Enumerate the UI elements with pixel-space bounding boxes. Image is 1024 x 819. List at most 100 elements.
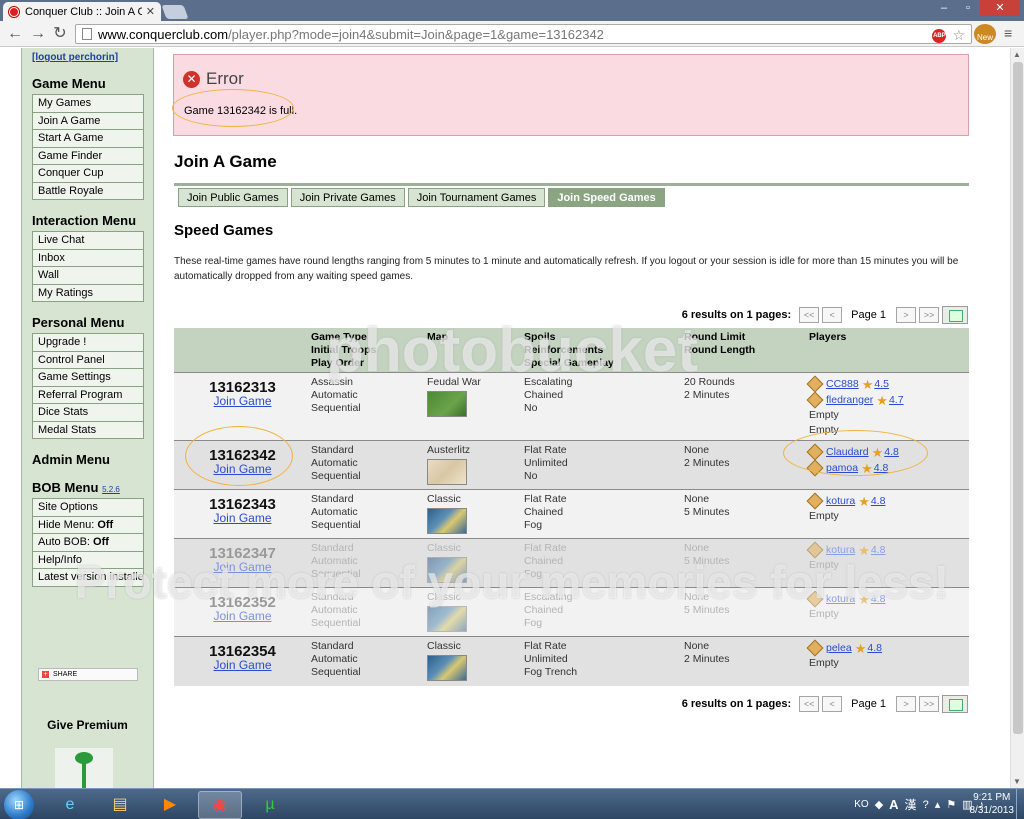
file-explorer-icon[interactable]: ▤ <box>98 791 142 819</box>
tab-join-public-games[interactable]: Join Public Games <box>178 188 288 207</box>
map-thumbnail[interactable] <box>427 508 467 534</box>
tab-join-tournament-games[interactable]: Join Tournament Games <box>407 188 546 207</box>
reload-button[interactable]: ↻ <box>51 24 69 44</box>
player-name-link[interactable]: kotura <box>826 495 855 508</box>
map-thumbnail[interactable] <box>427 459 467 485</box>
menu-item-conquer-cup[interactable]: Conquer Cup <box>33 165 143 183</box>
menu-item-medal-stats[interactable]: Medal Stats <box>33 421 143 439</box>
next-page-button[interactable]: > <box>896 696 916 712</box>
last-page-button[interactable]: >> <box>919 696 939 712</box>
last-page-button[interactable]: >> <box>919 307 939 323</box>
maximize-button[interactable]: ▫ <box>956 0 980 16</box>
start-button-icon[interactable]: ⊞ <box>4 790 34 819</box>
menu-item-help-info[interactable]: Help/Info <box>33 551 143 569</box>
menu-item-hide-menu[interactable]: Hide Menu: Off <box>33 516 143 534</box>
player-rating-link[interactable]: 4.8 <box>871 544 886 557</box>
extension-new-icon[interactable]: New <box>974 24 996 44</box>
ime-icon[interactable]: ◆ <box>875 798 883 811</box>
game-id: 13162347 <box>209 545 276 562</box>
first-page-button[interactable]: << <box>799 307 820 323</box>
tab-join-private-games[interactable]: Join Private Games <box>290 188 405 207</box>
menu-item-upgrade[interactable]: Upgrade ! <box>33 334 143 352</box>
adblock-icon[interactable]: ABP <box>932 28 947 43</box>
player-name-link[interactable]: kotura <box>826 544 855 557</box>
empty-slot: Empty <box>809 657 839 669</box>
menu-item-wall[interactable]: Wall <box>33 267 143 285</box>
menu-item-auto-bob[interactable]: Auto BOB: Off <box>33 534 143 552</box>
tab-join-speed-games[interactable]: Join Speed Games <box>548 188 665 207</box>
internet-explorer-icon[interactable]: e <box>48 791 92 819</box>
menu-item-dice-stats[interactable]: Dice Stats <box>33 404 143 422</box>
scroll-up-icon[interactable]: ▲ <box>1013 50 1021 59</box>
menu-item-referral-program[interactable]: Referral Program <box>33 386 143 404</box>
tray-expand-icon[interactable]: ▴ <box>935 798 941 811</box>
player-rating-link[interactable]: 4.8 <box>867 642 882 655</box>
gift-box-icon[interactable] <box>55 748 113 788</box>
join-game-link[interactable]: Join Game <box>174 395 311 408</box>
menu-item-inbox[interactable]: Inbox <box>33 249 143 267</box>
next-page-button[interactable]: > <box>896 307 916 323</box>
taskbar-clock[interactable]: 9:21 PM 8/31/2013 <box>970 791 1015 817</box>
prev-page-button[interactable]: < <box>822 307 843 323</box>
menu-item-site-options[interactable]: Site Options <box>33 499 143 517</box>
refresh-image-button[interactable] <box>942 695 968 713</box>
menu-item-start-a-game[interactable]: Start A Game <box>33 130 143 148</box>
menu-item-game-settings[interactable]: Game Settings <box>33 369 143 387</box>
forward-button[interactable]: → <box>29 24 47 44</box>
share-button[interactable]: + SHARE <box>38 668 138 681</box>
show-desktop-button[interactable] <box>1016 789 1024 819</box>
player-name-link[interactable]: pelea <box>826 642 852 655</box>
chrome-icon[interactable]: ◉ <box>198 791 242 819</box>
hanja-indicator[interactable]: 漢 <box>905 796 917 813</box>
new-tab-button[interactable] <box>161 5 189 19</box>
map-thumbnail[interactable] <box>427 557 467 583</box>
map-thumbnail[interactable] <box>427 655 467 681</box>
join-game-link[interactable]: Join Game <box>174 561 311 574</box>
bob-version-link[interactable]: 5.2.6 <box>102 485 120 494</box>
results-count: 6 results on 1 pages: <box>681 309 792 321</box>
player-rating-link[interactable]: 4.8 <box>871 495 886 508</box>
ime-mode-indicator[interactable]: A <box>889 797 898 812</box>
browser-tab[interactable]: Conquer Club :: Join A Ga ✕ <box>3 2 161 21</box>
player-name-link[interactable]: kotura <box>826 593 855 606</box>
join-game-link[interactable]: Join Game <box>174 610 311 623</box>
error-title: ✕ Error <box>183 69 244 89</box>
wrench-menu-icon[interactable]: ≡ <box>1004 26 1018 40</box>
address-bar[interactable]: www.conquerclub.com/player.php?mode=join… <box>75 24 972 44</box>
menu-item-my-ratings[interactable]: My Ratings <box>33 284 143 302</box>
language-indicator[interactable]: KO <box>854 799 868 810</box>
admin-menu-title[interactable]: Admin Menu <box>32 452 153 467</box>
page-scrollbar[interactable]: ▲ ▼ <box>1010 48 1024 788</box>
action-center-flag-icon[interactable]: ⚑ <box>946 798 956 811</box>
map-thumbnail[interactable] <box>427 606 467 632</box>
menu-item-join-a-game[interactable]: Join A Game <box>33 112 143 130</box>
minimize-button[interactable]: – <box>932 0 956 16</box>
player-rating-link[interactable]: 4.5 <box>874 378 889 391</box>
utorrent-icon[interactable]: µ <box>248 791 292 819</box>
close-window-button[interactable]: ✕ <box>980 0 1020 16</box>
menu-item-game-finder[interactable]: Game Finder <box>33 147 143 165</box>
header-label: Initial Troops <box>311 344 377 356</box>
prev-page-button[interactable]: < <box>822 696 843 712</box>
menu-item-battle-royale[interactable]: Battle Royale <box>33 182 143 200</box>
help-icon[interactable]: ? <box>923 799 929 811</box>
back-button[interactable]: ← <box>6 24 24 44</box>
scroll-down-icon[interactable]: ▼ <box>1013 777 1021 786</box>
menu-item-live-chat[interactable]: Live Chat <box>33 232 143 250</box>
player-rating-link[interactable]: 4.7 <box>889 394 904 407</box>
refresh-image-button[interactable] <box>942 306 968 324</box>
scrollbar-thumb[interactable] <box>1013 62 1023 734</box>
player-rating-link[interactable]: 4.8 <box>871 593 886 606</box>
join-game-link[interactable]: Join Game <box>174 659 311 672</box>
player-name-link[interactable]: fledranger <box>826 394 873 407</box>
first-page-button[interactable]: << <box>799 696 820 712</box>
join-game-link[interactable]: Join Game <box>174 512 311 525</box>
menu-item-my-games[interactable]: My Games <box>33 95 143 113</box>
close-tab-icon[interactable]: ✕ <box>146 5 155 18</box>
menu-item-control-panel[interactable]: Control Panel <box>33 351 143 369</box>
player-name-link[interactable]: CC888 <box>826 378 859 391</box>
media-player-icon[interactable]: ▶ <box>148 791 192 819</box>
map-thumbnail[interactable] <box>427 391 467 417</box>
bookmark-star-icon[interactable]: ☆ <box>952 27 965 44</box>
logout-link[interactable]: [logout perchorin] <box>32 52 118 63</box>
